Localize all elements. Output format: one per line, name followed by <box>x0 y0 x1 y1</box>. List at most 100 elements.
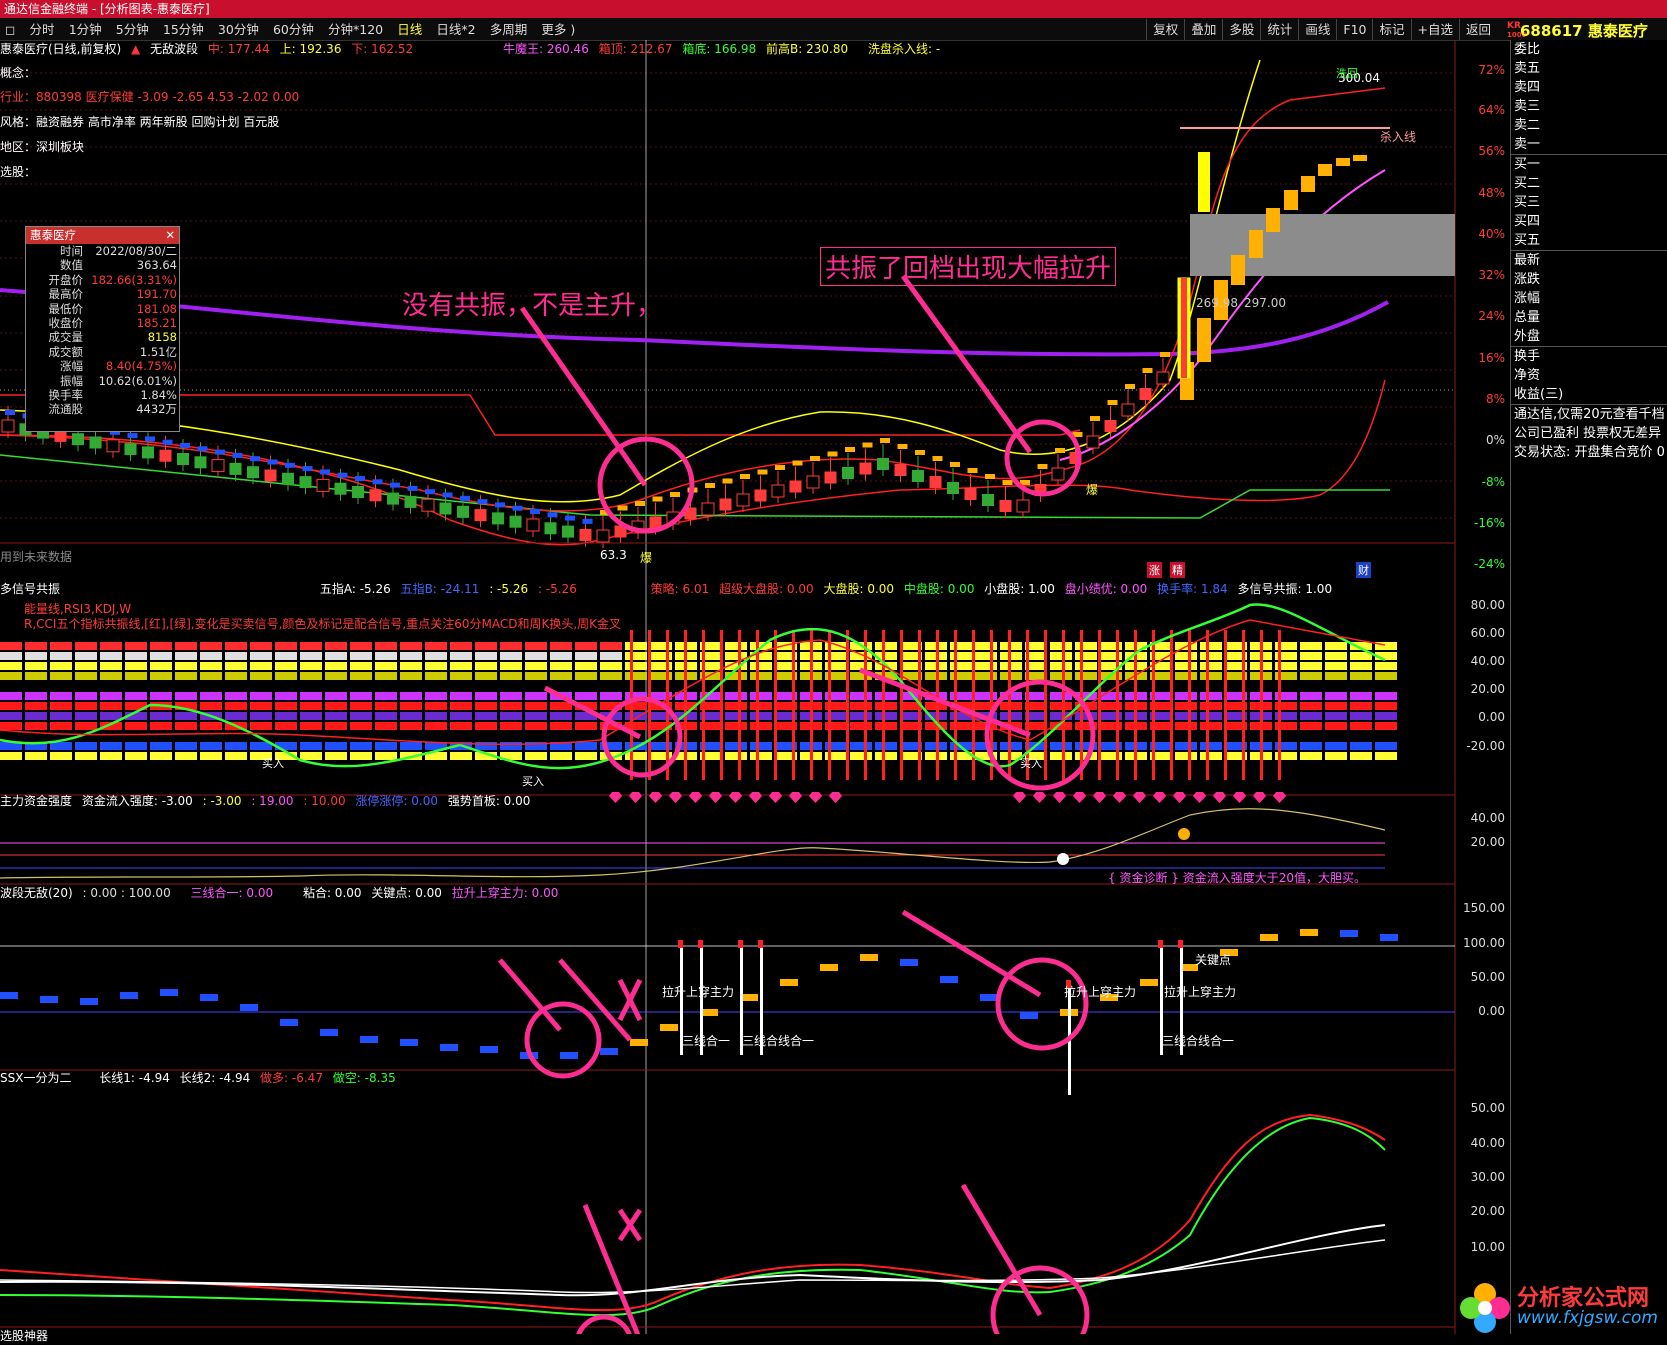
buy-label: 买入 <box>1020 757 1042 770</box>
ma-dash <box>845 447 855 452</box>
more-periods-button[interactable]: 更多 ) <box>536 19 580 40</box>
signal-band <box>1375 672 1397 680</box>
signal-band <box>1050 752 1072 760</box>
diamond-icon <box>1253 792 1266 803</box>
panel5-header: SSX一分为二 长线1: -4.94 长线2: -4.94 做多: -6.47 … <box>0 1069 402 1087</box>
signal-bar <box>1044 630 1047 780</box>
period-tab[interactable]: 多周期 <box>485 19 533 40</box>
period-tab[interactable]: 5分钟 <box>111 19 154 40</box>
signal-band <box>425 642 447 650</box>
signal-bar <box>1152 630 1155 780</box>
signal-bar <box>864 630 867 780</box>
signal-band <box>600 692 622 700</box>
p3-value: 强势首板: 0.00 <box>447 794 531 808</box>
ma-dash <box>320 469 330 475</box>
signal-bar <box>1170 630 1173 780</box>
signal-band <box>1350 752 1372 760</box>
signal-band <box>475 742 497 750</box>
signal-band <box>425 702 447 710</box>
data-window[interactable]: 惠泰医疗 ✕ 时间 2022/08/30/二 数值 363.64 开盘价 182.66(3.… <box>25 226 180 432</box>
panel5-name[interactable]: SSX一分为二 <box>0 1071 71 1085</box>
period-tab[interactable]: 60分钟 <box>268 19 319 40</box>
candle-body <box>282 472 294 485</box>
signal-band <box>75 752 97 760</box>
signal-band <box>0 752 22 760</box>
signal-band <box>550 722 572 730</box>
period-tab[interactable]: 15分钟 <box>158 19 209 40</box>
draw-line-button[interactable]: 画线 <box>1298 19 1336 40</box>
diamond-icon <box>1193 792 1206 803</box>
candle-body <box>771 484 785 498</box>
select-text: 选股： <box>0 165 37 179</box>
signal-band <box>325 692 347 700</box>
signal-band <box>1325 742 1347 750</box>
candle-body <box>1104 420 1117 432</box>
signal-band <box>525 702 547 710</box>
diamond-icon <box>789 792 802 803</box>
ma-dash <box>1055 448 1065 453</box>
add-watchlist-button[interactable]: +自选 <box>1410 19 1459 40</box>
signal-band <box>100 652 122 660</box>
trend-block <box>900 959 918 966</box>
back-button[interactable]: 返回 <box>1458 19 1497 40</box>
signal-band <box>1075 652 1097 660</box>
signal-band <box>0 702 22 710</box>
signal-tip <box>1178 940 1183 948</box>
signal-band <box>750 692 772 700</box>
stats-button[interactable]: 统计 <box>1260 19 1298 40</box>
panel3-name[interactable]: 主力资金强度 <box>0 794 72 808</box>
quote-item: 涨跌 <box>1514 272 1541 287</box>
signal-band <box>575 662 597 670</box>
trend-block <box>940 976 958 983</box>
signal-band <box>25 642 47 650</box>
quote-item: 总量 <box>1514 310 1541 325</box>
candle-body <box>824 471 837 484</box>
quote-panel: 委比 卖五 卖四 卖三 卖二 卖一 买一 买二 买三 买四 买五 最新 涨跌 涨幅 总量 外盘 换手 净资 收益… <box>1510 40 1667 1334</box>
period-tab[interactable]: 分时 <box>25 19 60 40</box>
panel2-name[interactable]: 多信号共振 <box>0 582 60 596</box>
signal-label: 拉升上穿主力 <box>1064 985 1137 999</box>
period-tab-daily[interactable]: 日线 <box>392 19 427 40</box>
signal-band <box>25 672 47 680</box>
p2-value: 换手率: 1.84 <box>1157 582 1228 596</box>
multi-stock-button[interactable]: 多股 <box>1222 19 1260 40</box>
signal-bar <box>1188 630 1191 780</box>
mark-button[interactable]: 标记 <box>1372 19 1410 40</box>
signal-band <box>200 702 222 710</box>
signal-band <box>850 692 872 700</box>
ma-dash <box>775 465 785 470</box>
ma-dash <box>285 462 295 468</box>
bottom-indicator[interactable]: 选股神器 <box>0 1327 48 1345</box>
signal-band <box>1325 642 1347 650</box>
period-tab[interactable]: 1分钟 <box>64 19 107 40</box>
signal-band <box>750 672 772 680</box>
data-window-row: 换手率 1.84% <box>26 388 179 402</box>
restore-right-button[interactable]: 复权 <box>1146 19 1184 40</box>
candle-body <box>1156 371 1170 385</box>
candle-body <box>999 500 1012 512</box>
signal-band <box>350 652 372 660</box>
signal-band <box>625 752 647 760</box>
chart-area[interactable] <box>0 40 1510 1334</box>
trend-block <box>560 1052 578 1059</box>
signal-band <box>875 642 897 650</box>
period-tab[interactable]: 日线*2 <box>431 19 480 40</box>
signal-band <box>850 742 872 750</box>
menu-icon[interactable]: ◻ <box>0 19 20 40</box>
signal-band <box>300 742 322 750</box>
signal-band <box>1325 702 1347 710</box>
watermark-url: www.fxjgsw.com <box>1517 1308 1658 1328</box>
panel4-name[interactable]: 波段无敌(20) <box>0 886 73 900</box>
trend-block <box>860 954 878 961</box>
f10-button[interactable]: F10 <box>1336 19 1372 40</box>
indicator-name[interactable]: 无敌波段 <box>150 42 198 56</box>
period-tab[interactable]: 30分钟 <box>213 19 264 40</box>
period-tab[interactable]: 分钟*120 <box>323 19 388 40</box>
document-title: [分析图表-惠泰医疗] <box>99 2 210 16</box>
title-bar: 通达信金融终端 - [分析图表-惠泰医疗] <box>0 0 1667 18</box>
overlay-button[interactable]: 叠加 <box>1184 19 1222 40</box>
signal-band <box>575 742 597 750</box>
ma-dash <box>530 509 540 514</box>
candle-body <box>947 482 959 494</box>
close-icon[interactable]: ✕ <box>165 227 175 244</box>
